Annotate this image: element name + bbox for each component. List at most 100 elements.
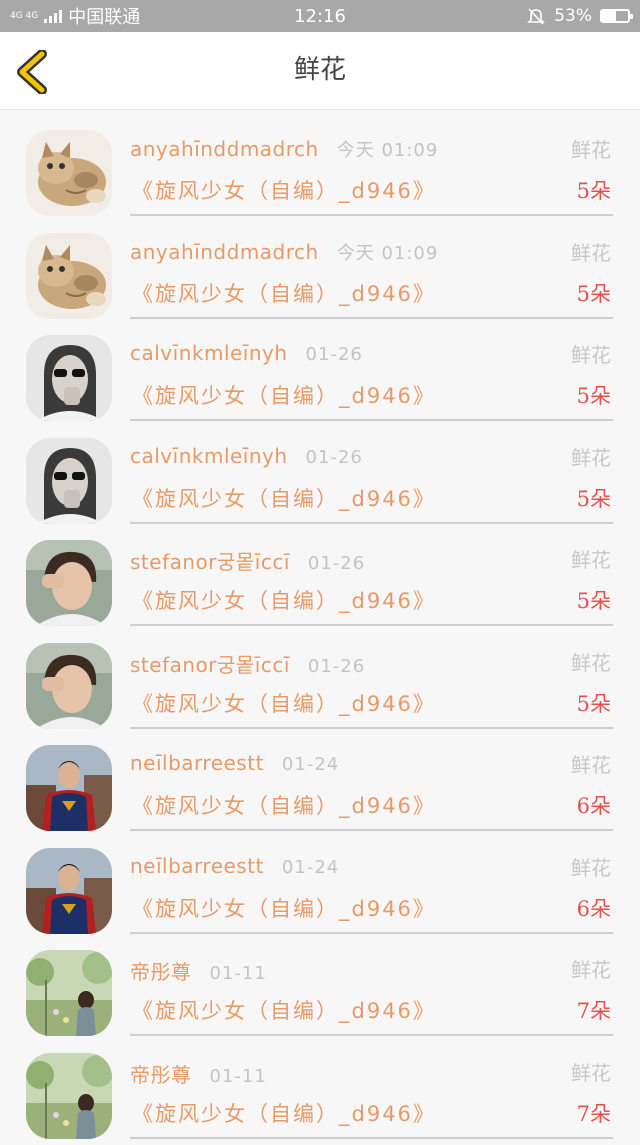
user-name[interactable]: 帝彤尊 — [130, 1063, 192, 1087]
list-item[interactable]: neīlbarreestt 01-24 鲜花《旋风少女（自编）_d946》 6朵 — [0, 735, 640, 838]
record-time: 今天 01:09 — [337, 140, 439, 161]
gift-type: 鲜花 — [571, 544, 611, 573]
avatar[interactable] — [26, 233, 112, 319]
list-item[interactable]: anyahīnddmadrch 今天 01:09 鲜花《旋风少女（自编）_d946》… — [0, 223, 640, 326]
avatar[interactable] — [26, 643, 112, 729]
record-time: 01-26 — [308, 656, 365, 677]
record-content: anyahīnddmadrch 今天 01:09 鲜花《旋风少女（自编）_d946》… — [130, 120, 613, 216]
carrier-label: 中国联通 — [68, 3, 140, 29]
battery-icon — [600, 9, 630, 23]
record-content: 帝彤尊 01-11 鲜花《旋风少女（自编）_d946》 7朵 — [130, 1043, 613, 1139]
gift-type: 鲜花 — [571, 134, 611, 163]
record-content: 帝彤尊 01-11 鲜花《旋风少女（自编）_d946》 7朵 — [130, 940, 613, 1036]
record-time: 今天 01:09 — [337, 243, 439, 264]
status-left: 4G 4G 中国联通 — [10, 3, 140, 29]
record-content: neīlbarreestt 01-24 鲜花《旋风少女（自编）_d946》 6朵 — [130, 735, 613, 831]
book-title[interactable]: 《旋风少女（自编）_d946》 — [132, 278, 436, 308]
list-item[interactable]: calvīnkmleīnyh 01-26 鲜花《旋风少女（自编）_d946》 5朵 — [0, 325, 640, 428]
record-time: 01-24 — [282, 857, 339, 878]
gift-type: 鲜花 — [571, 1057, 611, 1086]
flower-count: 5朵 — [577, 278, 611, 308]
book-title[interactable]: 《旋风少女（自编）_d946》 — [132, 893, 436, 923]
record-user-line: 帝彤尊 01-11 — [130, 956, 267, 985]
flower-count: 6朵 — [577, 893, 611, 923]
list-item[interactable]: neīlbarreestt 01-24 鲜花《旋风少女（自编）_d946》 6朵 — [0, 838, 640, 941]
book-title[interactable]: 《旋风少女（自编）_d946》 — [132, 585, 436, 615]
book-title[interactable]: 《旋风少女（自编）_d946》 — [132, 790, 436, 820]
avatar[interactable] — [26, 745, 112, 831]
record-user-line: anyahīnddmadrch 今天 01:09 — [130, 136, 438, 162]
user-name[interactable]: calvīnkmleīnyh — [130, 341, 288, 365]
list-item[interactable]: stefanor궁뫁īccī 01-26 鲜花《旋风少女（自编）_d946》 5朵 — [0, 530, 640, 633]
record-content: anyahīnddmadrch 今天 01:09 鲜花《旋风少女（自编）_d946》… — [130, 223, 613, 319]
record-content: neīlbarreestt 01-24 鲜花《旋风少女（自编）_d946》 6朵 — [130, 838, 613, 934]
gift-type: 鲜花 — [571, 339, 611, 368]
record-user-line: calvīnkmleīnyh 01-26 — [130, 444, 363, 468]
book-title[interactable]: 《旋风少女（自编）_d946》 — [132, 995, 436, 1025]
status-right: 53% — [526, 6, 630, 26]
list-item[interactable]: 帝彤尊 01-11 鲜花《旋风少女（自编）_d946》 7朵 — [0, 1043, 640, 1145]
flower-count: 7朵 — [577, 995, 611, 1025]
book-title[interactable]: 《旋风少女（自编）_d946》 — [132, 1098, 436, 1128]
flower-count: 5朵 — [577, 585, 611, 615]
record-time: 01-11 — [210, 963, 267, 984]
record-content: calvīnkmleīnyh 01-26 鲜花《旋风少女（自编）_d946》 5朵 — [130, 325, 613, 421]
flower-count: 5朵 — [577, 175, 611, 205]
list-item[interactable]: calvīnkmleīnyh 01-26 鲜花《旋风少女（自编）_d946》 5朵 — [0, 428, 640, 531]
book-title[interactable]: 《旋风少女（自编）_d946》 — [132, 483, 436, 513]
user-name[interactable]: anyahīnddmadrch — [130, 137, 319, 161]
record-user-line: neīlbarreestt 01-24 — [130, 751, 339, 775]
avatar[interactable] — [26, 950, 112, 1036]
record-user-line: stefanor궁뫁īccī 01-26 — [130, 649, 365, 678]
record-user-line: anyahīnddmadrch 今天 01:09 — [130, 239, 438, 265]
flower-count: 6朵 — [577, 790, 611, 820]
avatar[interactable] — [26, 540, 112, 626]
flower-count: 5朵 — [577, 483, 611, 513]
user-name[interactable]: neīlbarreestt — [130, 751, 264, 775]
book-title[interactable]: 《旋风少女（自编）_d946》 — [132, 688, 436, 718]
book-title[interactable]: 《旋风少女（自编）_d946》 — [132, 175, 436, 205]
record-user-line: calvīnkmleīnyh 01-26 — [130, 341, 363, 365]
list-item[interactable]: 帝彤尊 01-11 鲜花《旋风少女（自编）_d946》 7朵 — [0, 940, 640, 1043]
book-title[interactable]: 《旋风少女（自编）_d946》 — [132, 380, 436, 410]
avatar[interactable] — [26, 1053, 112, 1139]
gift-type: 鲜花 — [571, 237, 611, 266]
user-name[interactable]: 帝彤尊 — [130, 960, 192, 984]
gift-type: 鲜花 — [571, 852, 611, 881]
record-time: 01-26 — [306, 344, 363, 365]
record-user-line: 帝彤尊 01-11 — [130, 1059, 267, 1088]
page-title: 鲜花 — [0, 32, 640, 109]
record-time: 01-24 — [282, 754, 339, 775]
flower-count: 5朵 — [577, 380, 611, 410]
avatar[interactable] — [26, 335, 112, 421]
signal-icon — [44, 9, 62, 23]
app-header: 鲜花 — [0, 32, 640, 110]
flower-count: 5朵 — [577, 688, 611, 718]
user-name[interactable]: stefanor궁뫁īccī — [130, 550, 290, 574]
avatar[interactable] — [26, 130, 112, 216]
battery-percent: 53% — [554, 6, 592, 26]
gift-type: 鲜花 — [571, 442, 611, 471]
list-item[interactable]: anyahīnddmadrch 今天 01:09 鲜花《旋风少女（自编）_d946》… — [0, 120, 640, 223]
record-time: 01-26 — [306, 447, 363, 468]
avatar[interactable] — [26, 848, 112, 934]
user-name[interactable]: neīlbarreestt — [130, 854, 264, 878]
gift-type: 鲜花 — [571, 954, 611, 983]
user-name[interactable]: calvīnkmleīnyh — [130, 444, 288, 468]
avatar[interactable] — [26, 438, 112, 524]
record-time: 01-11 — [210, 1066, 267, 1087]
record-time: 01-26 — [308, 553, 365, 574]
user-name[interactable]: stefanor궁뫁īccī — [130, 653, 290, 677]
flower-count: 7朵 — [577, 1098, 611, 1128]
flower-record-list: anyahīnddmadrch今天 01:09鲜花《旋风少女（自编）_d946》… — [0, 110, 640, 1145]
record-content: stefanor궁뫁īccī01-26鲜花《旋风少女（自编）_d946》5朵 — [130, 633, 613, 729]
user-name[interactable]: anyahīnddmadrch — [130, 240, 319, 264]
gift-type: 鲜花 — [571, 749, 611, 778]
mute-bell-icon — [526, 6, 546, 26]
record-user-line: stefanor궁뫁īccī 01-26 — [130, 546, 365, 575]
status-bar: 4G 4G 中国联通 12:16 53% — [0, 0, 640, 32]
record-content: calvīnkmleīnyh 01-26 鲜花《旋风少女（自编）_d946》 5朵 — [130, 428, 613, 524]
network-type: 4G 4G — [10, 12, 38, 21]
record-user-line: neīlbarreestt 01-24 — [130, 854, 339, 878]
list-item[interactable]: stefanor궁뫁īccī01-26鲜花《旋风少女（自编）_d946》5朵 — [0, 633, 640, 736]
